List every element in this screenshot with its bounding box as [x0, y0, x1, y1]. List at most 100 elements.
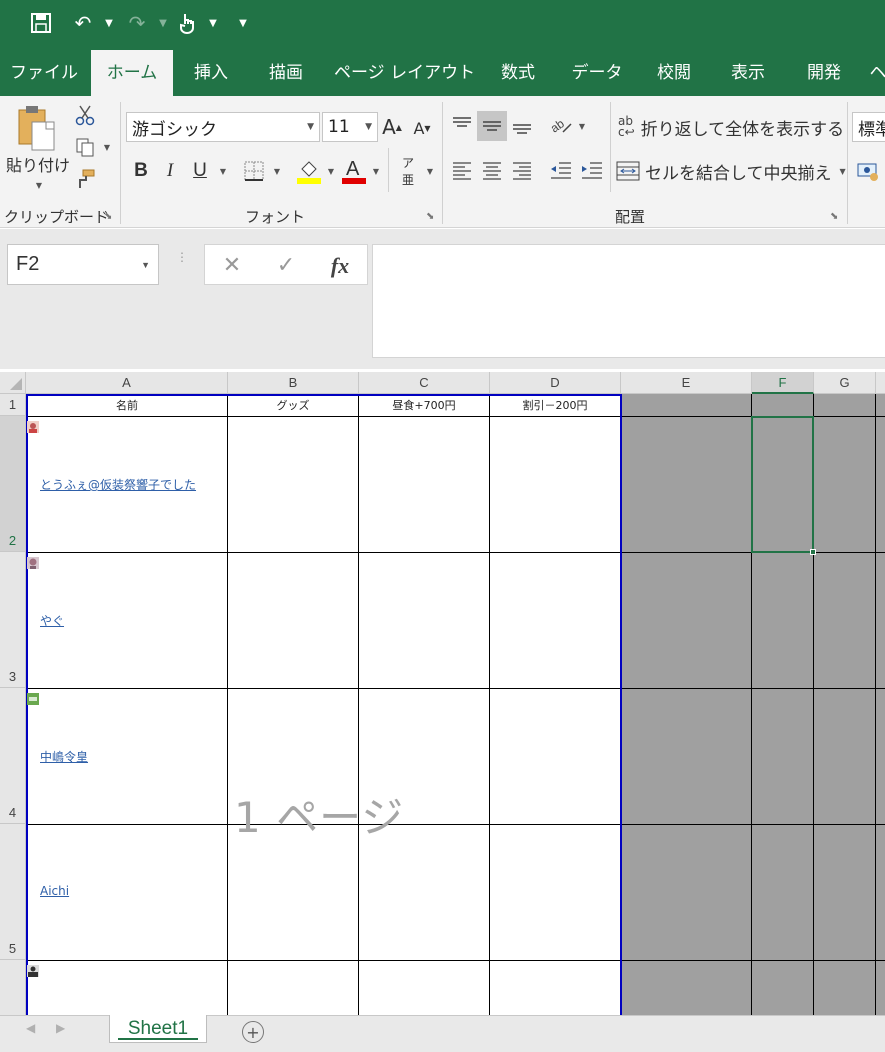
save-icon[interactable] [28, 10, 54, 36]
name-link[interactable]: 中嶋令皇 [40, 748, 88, 765]
phonetic-dropdown-icon[interactable]: ▼ [424, 166, 436, 176]
tab-review[interactable]: 校閲 [646, 50, 702, 96]
select-all-button[interactable] [0, 372, 26, 394]
tab-home[interactable]: ホーム [91, 50, 173, 96]
insert-function-button[interactable]: fx [325, 245, 355, 286]
undo-icon[interactable]: ↶ [70, 10, 96, 36]
column-header-e[interactable]: E [621, 372, 752, 394]
column-header-a[interactable]: A [26, 372, 228, 394]
tab-draw[interactable]: 描画 [256, 50, 316, 96]
enter-icon[interactable]: ✓ [271, 245, 301, 286]
cell-a1[interactable]: 名前 [28, 394, 226, 416]
column-header-g[interactable]: G [814, 372, 876, 394]
underline-dropdown-icon[interactable]: ▼ [217, 166, 229, 176]
row-header-2[interactable]: 2 [0, 416, 26, 552]
paste-dropdown-icon[interactable]: ▼ [32, 180, 46, 190]
wrap-text-button[interactable]: ab c↩ 折り返して全体を表示する [618, 112, 844, 142]
redo-dropdown-icon[interactable]: ▼ [156, 10, 170, 36]
orientation-icon[interactable]: ab [548, 111, 574, 139]
column-header-b[interactable]: B [228, 372, 359, 394]
borders-dropdown-icon[interactable]: ▼ [271, 166, 283, 176]
align-bottom-icon[interactable] [509, 111, 535, 139]
copy-dropdown-icon[interactable]: ▼ [101, 142, 113, 152]
avatar[interactable] [27, 962, 39, 977]
drag-handle-icon[interactable]: ⋮ [176, 251, 188, 263]
scroll-right-icon[interactable]: ▶ [56, 1021, 65, 1035]
avatar[interactable] [27, 418, 39, 433]
chevron-down-icon[interactable]: ▼ [141, 260, 150, 270]
tab-view[interactable]: 表示 [720, 50, 776, 96]
font-color-icon[interactable]: A [341, 156, 367, 186]
tab-page-layout[interactable]: ページ レイアウト [334, 50, 475, 96]
underline-button[interactable]: U [189, 158, 211, 184]
active-cell-f2[interactable] [751, 416, 814, 553]
paste-icon[interactable] [14, 104, 60, 152]
avatar[interactable] [27, 690, 39, 705]
avatar[interactable] [27, 554, 39, 569]
fill-handle[interactable] [810, 549, 816, 555]
row-header-5[interactable]: 5 [0, 824, 26, 960]
bold-button[interactable]: B [130, 158, 152, 184]
tab-formulas[interactable]: 数式 [490, 50, 546, 96]
cut-icon[interactable] [72, 102, 98, 128]
row-header-3[interactable]: 3 [0, 552, 26, 688]
align-top-icon[interactable] [449, 111, 475, 139]
merge-dropdown-icon[interactable]: ▼ [840, 167, 846, 176]
merge-center-button[interactable]: セルを結合して中央揃え ▼ [616, 156, 846, 186]
increase-indent-icon[interactable] [578, 156, 606, 184]
alignment-launcher-icon[interactable]: ⬊ [830, 211, 838, 222]
tab-file[interactable]: ファイル [8, 50, 80, 96]
touch-dropdown-icon[interactable]: ▼ [206, 10, 220, 36]
number-format-select[interactable]: 標準 [852, 112, 885, 142]
align-left-icon[interactable] [449, 156, 475, 184]
column-header-c[interactable]: C [359, 372, 490, 394]
borders-icon[interactable] [242, 159, 266, 183]
phonetic-guide-icon[interactable]: ア亜 [396, 156, 420, 187]
sheet-tab[interactable]: Sheet1 [109, 1015, 207, 1043]
align-center-icon[interactable] [479, 156, 505, 184]
fill-color-icon[interactable] [296, 156, 322, 186]
cell-d1[interactable]: 割引－200円 [490, 394, 620, 416]
align-right-icon[interactable] [509, 156, 535, 184]
row-header-4[interactable]: 4 [0, 688, 26, 824]
format-painter-icon[interactable] [72, 166, 98, 192]
decrease-font-icon[interactable]: A ▼ [411, 116, 433, 140]
tab-help[interactable]: ヘ [868, 50, 885, 96]
cell-c1[interactable]: 昼食+700円 [359, 394, 489, 416]
tab-developer[interactable]: 開発 [796, 50, 852, 96]
column-header-f[interactable]: F [752, 372, 814, 394]
increase-font-icon[interactable]: A ▲ [381, 114, 403, 140]
name-link[interactable]: Aichi [40, 884, 69, 898]
orientation-dropdown-icon[interactable]: ▼ [576, 121, 588, 131]
name-box[interactable]: F2 ▼ [7, 244, 159, 285]
add-sheet-icon[interactable]: + [242, 1021, 264, 1043]
fill-color-dropdown-icon[interactable]: ▼ [325, 166, 337, 176]
font-color-dropdown-icon[interactable]: ▼ [370, 166, 382, 176]
tab-insert[interactable]: 挿入 [182, 50, 240, 96]
formula-input[interactable] [372, 244, 885, 358]
row-header-6[interactable] [0, 960, 26, 1015]
name-link[interactable]: とうふぇ@仮装祭響子でした [40, 476, 196, 493]
column-header-h[interactable] [876, 372, 885, 394]
row-header-1[interactable]: 1 [0, 394, 26, 416]
font-launcher-icon[interactable]: ⬊ [426, 211, 434, 222]
touch-mode-icon[interactable] [174, 10, 200, 36]
copy-icon[interactable] [72, 134, 98, 160]
tab-data[interactable]: データ [566, 50, 628, 96]
customize-qat-icon[interactable]: ▼ [236, 10, 250, 36]
clipboard-launcher-icon[interactable]: ⬊ [104, 211, 112, 222]
cancel-icon[interactable]: ✕ [217, 245, 247, 286]
align-middle-icon[interactable] [477, 111, 507, 141]
font-name-select[interactable]: 游ゴシック ▼ [126, 112, 320, 142]
name-link[interactable]: やぐ [40, 612, 64, 629]
cell-b1[interactable]: グッズ [228, 394, 358, 416]
undo-dropdown-icon[interactable]: ▼ [102, 10, 116, 36]
column-header-d[interactable]: D [490, 372, 621, 394]
redo-icon[interactable]: ↷ [124, 10, 150, 36]
decrease-indent-icon[interactable] [547, 156, 575, 184]
scroll-left-icon[interactable]: ◀ [26, 1021, 35, 1035]
currency-format-icon[interactable] [855, 158, 881, 184]
paste-button[interactable]: 貼り付け [5, 152, 71, 176]
italic-button[interactable]: I [159, 158, 181, 184]
font-size-select[interactable]: 11 ▼ [322, 112, 378, 142]
